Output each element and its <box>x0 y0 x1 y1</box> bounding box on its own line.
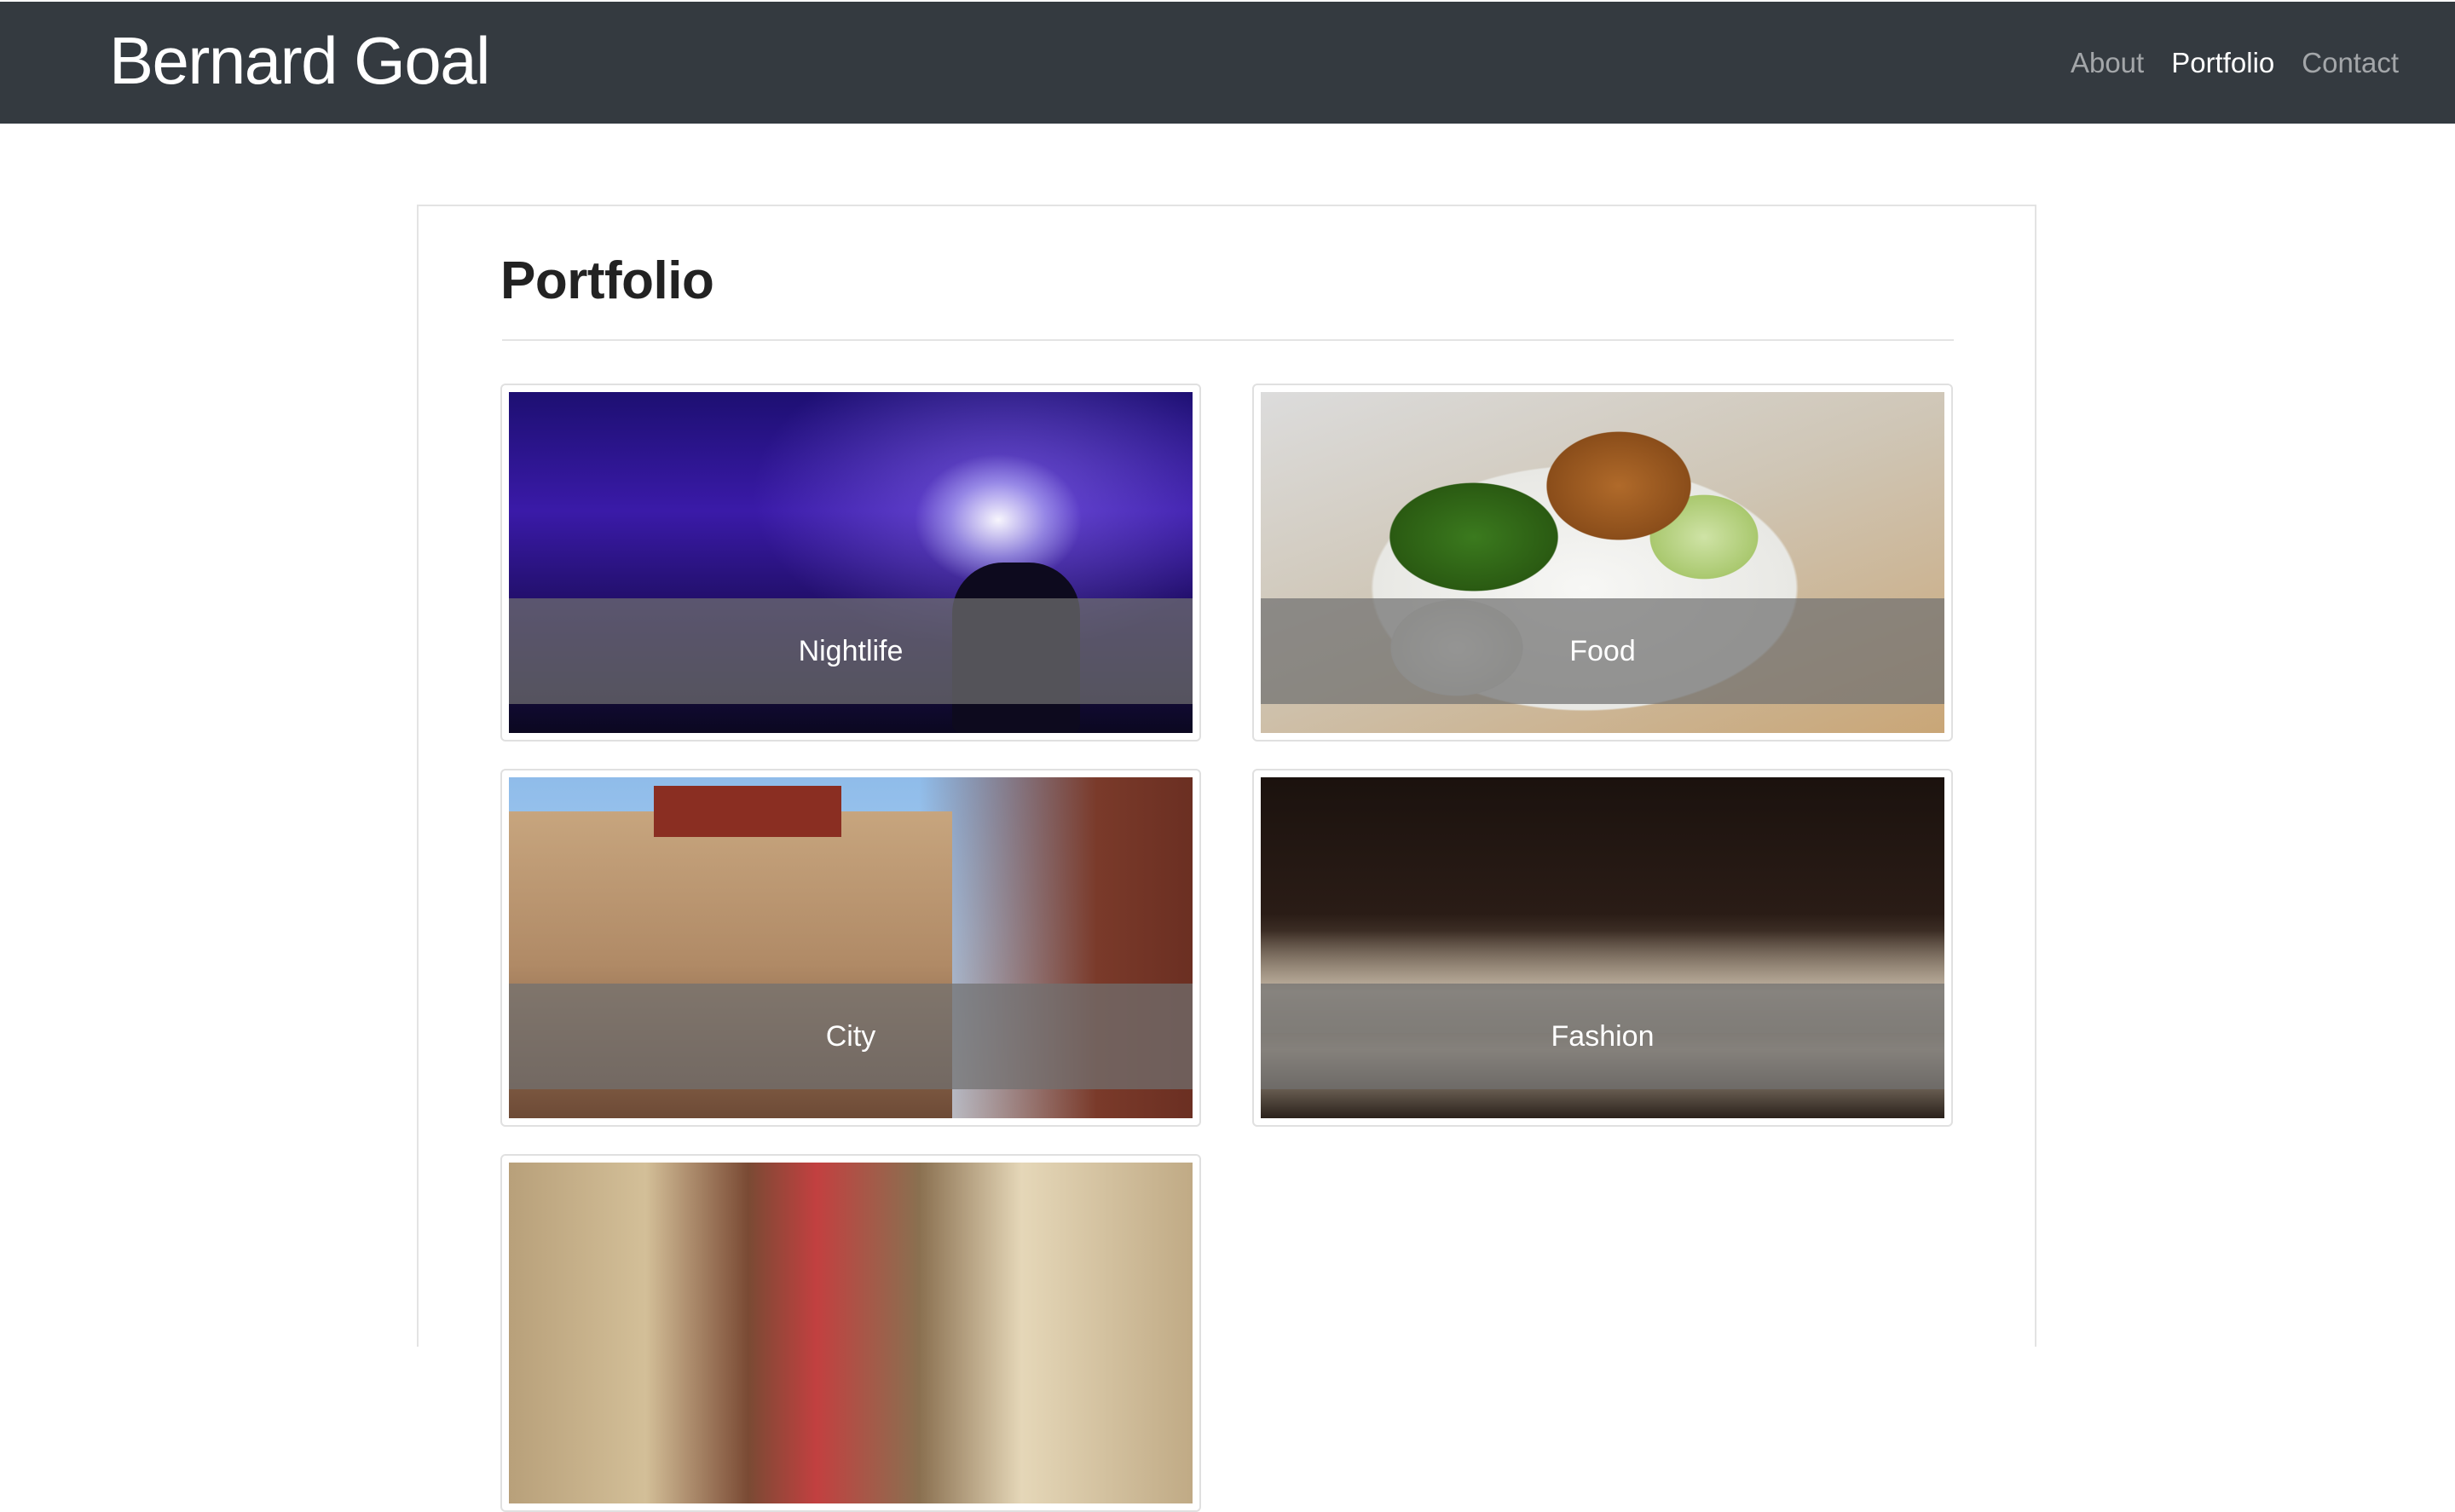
item-caption: Nightlife <box>798 635 904 667</box>
bus-image <box>509 1163 1193 1503</box>
item-caption: City <box>825 1020 876 1053</box>
title-divider <box>502 339 1954 341</box>
item-caption: Fashion <box>1551 1020 1655 1053</box>
portfolio-item-nightlife[interactable]: Nightlife <box>500 384 1201 742</box>
nav-link-about[interactable]: About <box>2071 44 2144 82</box>
top-navbar: Bernard Goal About Portfolio Contact <box>0 0 2455 124</box>
portfolio-item-bus[interactable] <box>500 1154 1201 1512</box>
portfolio-item-city[interactable]: City <box>500 769 1201 1127</box>
food-image: Food <box>1261 392 1944 733</box>
nightlife-image: Nightlife <box>509 392 1193 733</box>
caption-overlay: Nightlife <box>509 598 1193 704</box>
caption-overlay: City <box>509 984 1193 1089</box>
pagoda-roof-shape <box>654 786 841 837</box>
fashion-image: Fashion <box>1261 777 1944 1118</box>
portfolio-item-fashion[interactable]: Fashion <box>1252 769 1953 1127</box>
city-image: City <box>509 777 1193 1118</box>
caption-overlay: Fashion <box>1261 984 1944 1089</box>
portfolio-item-food[interactable]: Food <box>1252 384 1953 742</box>
nav-links: About Portfolio Contact <box>2043 44 2399 82</box>
brand-logo-link[interactable]: Bernard Goal <box>109 22 490 99</box>
nav-link-contact[interactable]: Contact <box>2302 44 2399 82</box>
page-title: Portfolio <box>500 251 714 310</box>
nav-link-portfolio[interactable]: Portfolio <box>2171 44 2274 82</box>
portfolio-card: Portfolio Nightlife Food City Fashion <box>417 205 2036 1512</box>
caption-overlay: Food <box>1261 598 1944 704</box>
item-caption: Food <box>1569 635 1636 667</box>
